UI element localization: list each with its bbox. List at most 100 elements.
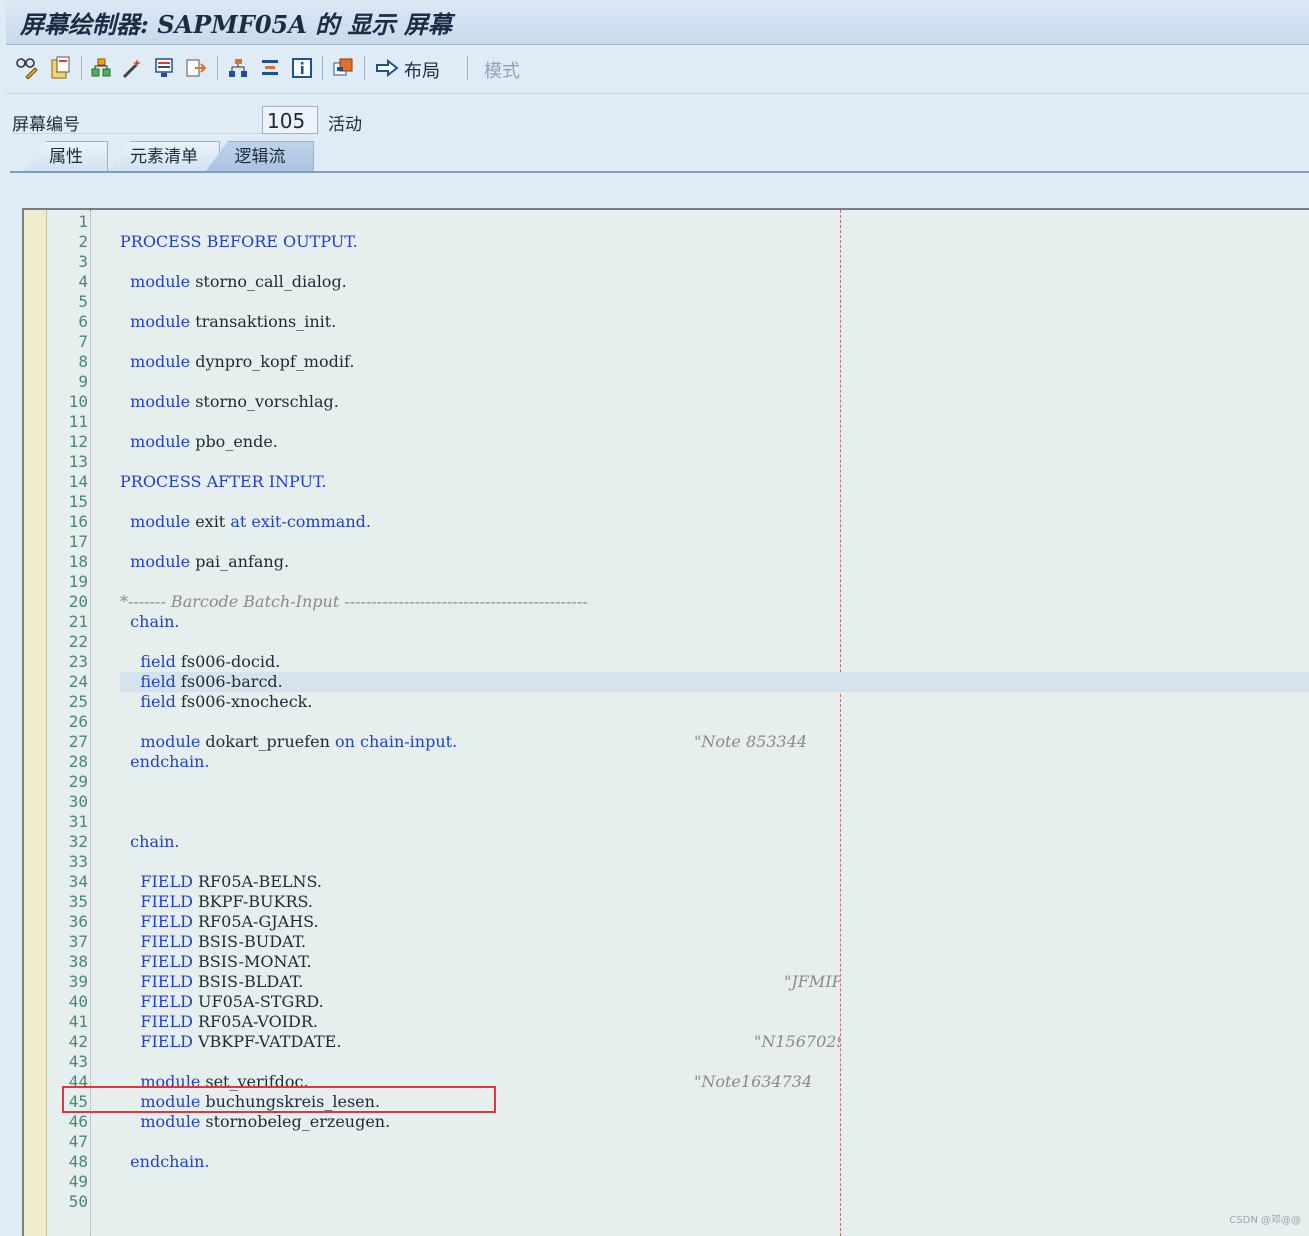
- multi-window-icon[interactable]: [331, 55, 357, 81]
- tab-element-list[interactable]: 元素清单: [108, 141, 220, 171]
- code-line[interactable]: 46 module stornobeleg_erzeugen.: [24, 1112, 1309, 1132]
- code-line[interactable]: 37 FIELD BSIS-BUDAT.: [24, 932, 1309, 952]
- code-line[interactable]: 31: [24, 812, 1309, 832]
- tab-flow-logic[interactable]: 逻辑流: [206, 141, 314, 171]
- code-line[interactable]: 27 module dokart_pruefen on chain-input.…: [24, 732, 1309, 752]
- code-line[interactable]: 9: [24, 372, 1309, 392]
- code-line[interactable]: 50: [24, 1192, 1309, 1212]
- line-number: 46: [68, 1112, 88, 1131]
- code-text: field fs006-docid.: [120, 652, 280, 672]
- line-number: 38: [68, 952, 88, 971]
- code-line[interactable]: 13: [24, 452, 1309, 472]
- line-number: 1: [78, 212, 88, 231]
- code-text: FIELD UF05A-STGRD.: [120, 992, 324, 1012]
- code-line[interactable]: 23 field fs006-docid.: [24, 652, 1309, 672]
- code-line[interactable]: 48 endchain.: [24, 1152, 1309, 1172]
- line-number: 42: [68, 1032, 88, 1051]
- code-line[interactable]: 10 module storno_vorschlag.: [24, 392, 1309, 412]
- code-keyword: endchain.: [130, 1152, 210, 1171]
- code-line[interactable]: 40 FIELD UF05A-STGRD.: [24, 992, 1309, 1012]
- layout-button[interactable]: 布局: [404, 57, 440, 83]
- screen-icon[interactable]: [152, 55, 178, 81]
- line-number: 28: [68, 752, 88, 771]
- code-line[interactable]: 14 PROCESS AFTER INPUT.: [24, 472, 1309, 492]
- align-icon[interactable]: [257, 55, 283, 81]
- arrow-right-icon[interactable]: [374, 55, 400, 81]
- code-line[interactable]: 25 field fs006-xnocheck.: [24, 692, 1309, 712]
- screen-number-field[interactable]: 105: [262, 106, 318, 134]
- code-line[interactable]: 6 module transaktions_init.: [24, 312, 1309, 332]
- hierarchy-icon[interactable]: [88, 55, 114, 81]
- code-line[interactable]: 42 FIELD VBKPF-VATDATE. "N1567029: [24, 1032, 1309, 1052]
- line-number: 37: [68, 932, 88, 951]
- line-number: 33: [68, 852, 88, 871]
- code-line[interactable]: 7: [24, 332, 1309, 352]
- code-keyword: field: [140, 672, 176, 691]
- code-text: module storno_vorschlag.: [120, 392, 339, 412]
- code-line[interactable]: 33: [24, 852, 1309, 872]
- code-line[interactable]: 11: [24, 412, 1309, 432]
- code-line[interactable]: 1: [24, 212, 1309, 232]
- code-line[interactable]: 12 module pbo_ende.: [24, 432, 1309, 452]
- code-line[interactable]: 26: [24, 712, 1309, 732]
- code-line[interactable]: 2 PROCESS BEFORE OUTPUT.: [24, 232, 1309, 252]
- line-number: 24: [68, 672, 88, 691]
- code-token: pbo_ende.: [190, 432, 278, 451]
- copy-clipboard-icon[interactable]: [47, 55, 73, 81]
- code-line[interactable]: 21 chain.: [24, 612, 1309, 632]
- code-keyword: on: [335, 732, 355, 751]
- code-keyword: FIELD: [140, 972, 193, 991]
- code-line[interactable]: 30: [24, 792, 1309, 812]
- code-line[interactable]: 39 FIELD BSIS-BLDAT. "JFMIP: [24, 972, 1309, 992]
- code-line[interactable]: 28 endchain.: [24, 752, 1309, 772]
- code-line[interactable]: 41 FIELD RF05A-VOIDR.: [24, 1012, 1309, 1032]
- tree-icon[interactable]: [225, 55, 251, 81]
- code-keyword: PROCESS BEFORE OUTPUT: [120, 232, 353, 251]
- code-line[interactable]: 17: [24, 532, 1309, 552]
- code-line[interactable]: 3: [24, 252, 1309, 272]
- code-keyword: module: [130, 352, 191, 371]
- code-token: UF05A-STGRD.: [192, 992, 324, 1011]
- watermark: CSDN @邓@@: [1229, 1215, 1301, 1226]
- magic-wand-icon[interactable]: [119, 55, 145, 81]
- line-number: 50: [68, 1192, 88, 1211]
- code-line[interactable]: 24 field fs006-barcd.: [24, 672, 1309, 692]
- tab-attributes[interactable]: 属性: [24, 141, 108, 171]
- mode-button[interactable]: 模式: [484, 57, 520, 83]
- export-icon[interactable]: [184, 55, 210, 81]
- line-number: 25: [68, 692, 88, 711]
- code-keyword: chain.: [130, 612, 180, 631]
- code-keyword: FIELD: [140, 872, 193, 891]
- info-icon[interactable]: [289, 55, 315, 81]
- code-line[interactable]: 5: [24, 292, 1309, 312]
- code-keyword: module: [130, 312, 191, 331]
- code-keyword: module: [130, 552, 191, 571]
- code-line[interactable]: 19: [24, 572, 1309, 592]
- code-line[interactable]: 18 module pai_anfang.: [24, 552, 1309, 572]
- code-token: dokart_pruefen: [200, 732, 335, 751]
- code-text: field fs006-barcd.: [120, 672, 282, 692]
- flow-logic-editor[interactable]: 1 2 PROCESS BEFORE OUTPUT. 3 4 module storno…: [22, 208, 1309, 1236]
- code-line[interactable]: 47: [24, 1132, 1309, 1152]
- code-line[interactable]: 34 FIELD RF05A-BELNS.: [24, 872, 1309, 892]
- code-text: module dokart_pruefen on chain-input.: [120, 732, 457, 752]
- code-line[interactable]: 20 *------- Barcode Batch-Input ---------…: [24, 592, 1309, 612]
- code-line[interactable]: 8 module dynpro_kopf_modif.: [24, 352, 1309, 372]
- code-line[interactable]: 4 module storno_call_dialog.: [24, 272, 1309, 292]
- code-line[interactable]: 35 FIELD BKPF-BUKRS.: [24, 892, 1309, 912]
- line-number: 11: [68, 412, 88, 431]
- code-text: FIELD BKPF-BUKRS.: [120, 892, 313, 912]
- code-line[interactable]: 38 FIELD BSIS-MONAT.: [24, 952, 1309, 972]
- code-line[interactable]: 22: [24, 632, 1309, 652]
- code-line[interactable]: 32 chain.: [24, 832, 1309, 852]
- glasses-pencil-icon[interactable]: [14, 55, 40, 81]
- code-line[interactable]: 43: [24, 1052, 1309, 1072]
- code-line[interactable]: 15: [24, 492, 1309, 512]
- code-line[interactable]: 36 FIELD RF05A-GJAHS.: [24, 912, 1309, 932]
- line-number: 34: [68, 872, 88, 891]
- code-line[interactable]: 29: [24, 772, 1309, 792]
- code-line[interactable]: 49: [24, 1172, 1309, 1192]
- code-line[interactable]: 16 module exit at exit-command.: [24, 512, 1309, 532]
